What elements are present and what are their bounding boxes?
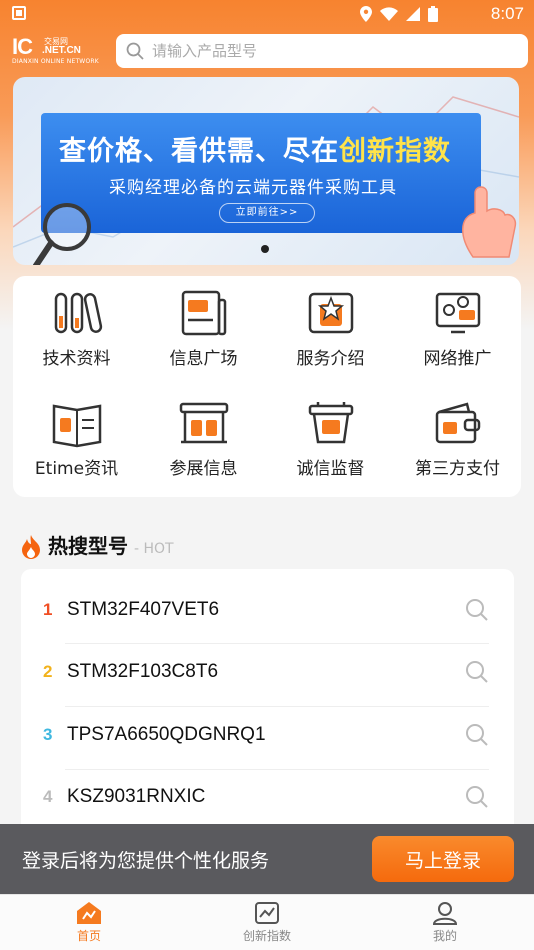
hot-search-row[interactable]: 3 TPS7A6650QDGNRQ1 [43, 704, 489, 766]
magnifier-icon [33, 203, 91, 265]
grid-item-label: 网络推广 [423, 349, 492, 369]
rank-number: 3 [43, 725, 53, 744]
grid-item-label: Etime资讯 [34, 459, 119, 479]
user-icon [432, 902, 458, 925]
tab-profile[interactable]: 我的 [385, 899, 505, 944]
fire-icon [22, 535, 40, 559]
grid-item-network-promo[interactable]: 网络推广 [394, 276, 521, 376]
grid-item-label: 信息广场 [169, 349, 238, 369]
grid-item-label: 参展信息 [169, 459, 238, 479]
etime-news-icon [52, 404, 101, 448]
login-prompt-bar: 登录后将为您提供个性化服务 马上登录 [0, 824, 534, 894]
banner-subtitle: 采购经理必备的云端元器件采购工具 [109, 178, 397, 198]
hot-search-title: 热搜型号 [48, 534, 128, 558]
rank-number: 1 [43, 600, 53, 619]
hot-search-list: 1 STM32F407VET6 2 STM32F103C8T6 3 TPS7A6… [21, 569, 514, 839]
tab-label: 我的 [432, 929, 457, 943]
payment-icon [435, 402, 480, 444]
battery-icon [428, 6, 438, 22]
tab-innovation-index[interactable]: 创新指数 [207, 899, 327, 944]
promo-banner[interactable]: 查价格、看供需、尽在创新指数 采购经理必备的云端元器件采购工具 立即前往>> [13, 77, 519, 265]
grid-item-integrity[interactable]: 诚信监督 [267, 386, 394, 486]
login-prompt-text: 登录后将为您提供个性化服务 [22, 849, 270, 872]
model-text: KSZ9031RNXIC [67, 786, 206, 807]
search-input[interactable] [152, 42, 512, 60]
banner-cta-button[interactable]: 立即前往>> [219, 203, 315, 223]
signal-icon [406, 7, 420, 21]
login-button[interactable]: 马上登录 [372, 836, 514, 882]
model-text: STM32F103C8T6 [67, 661, 219, 682]
model-text: TPS7A6650QDGNRQ1 [67, 724, 266, 745]
status-bar: 8:07 [0, 0, 534, 30]
search-icon[interactable] [465, 723, 489, 747]
hot-search-row[interactable]: 2 STM32F103C8T6 [43, 641, 489, 703]
function-grid: 技术资料 信息广场 服务介绍 网络推广 Etime资讯 参展信息 诚信监督 第三… [13, 276, 521, 497]
banner-title: 查价格、看供需、尽在创新指数 [59, 136, 451, 167]
grid-item-label: 技术资料 [42, 349, 111, 369]
service-intro-icon [308, 292, 353, 334]
grid-item-payment[interactable]: 第三方支付 [394, 386, 521, 486]
grid-item-label: 服务介绍 [296, 349, 365, 369]
notification-icon [12, 6, 26, 20]
search-icon[interactable] [465, 785, 489, 809]
tab-label: 首页 [76, 929, 101, 943]
rank-number: 4 [43, 787, 53, 806]
logo-domain-text: .NET.CN [42, 45, 81, 56]
tech-docs-icon [54, 292, 102, 334]
hot-search-row[interactable]: 4 KSZ9031RNXIC [43, 766, 489, 828]
hand-pointer-icon [462, 186, 517, 258]
grid-item-tech-docs[interactable]: 技术资料 [13, 276, 140, 376]
network-promo-icon [435, 292, 480, 334]
tab-label: 创新指数 [242, 929, 291, 943]
carousel-indicator [261, 245, 269, 253]
grid-item-service-intro[interactable]: 服务介绍 [267, 276, 394, 376]
search-icon[interactable] [465, 660, 489, 684]
tab-home[interactable]: 首页 [29, 899, 149, 944]
grid-item-label: 第三方支付 [415, 459, 500, 479]
status-time: 8:07 [490, 4, 524, 23]
grid-item-label: 诚信监督 [296, 459, 365, 479]
home-icon [77, 902, 101, 924]
model-text: STM32F407VET6 [67, 599, 220, 620]
wifi-icon [380, 7, 398, 21]
bottom-tab-bar: 首页 创新指数 我的 [0, 894, 534, 950]
location-icon [360, 6, 372, 22]
hot-search-row[interactable]: 1 STM32F407VET6 [43, 579, 489, 641]
info-square-icon [181, 290, 226, 336]
grid-item-info-square[interactable]: 信息广场 [140, 276, 267, 376]
search-icon [126, 42, 144, 60]
hot-search-header: 热搜型号 - HOT [20, 530, 174, 559]
exhibition-icon [179, 402, 228, 444]
search-icon[interactable] [465, 598, 489, 622]
search-bar[interactable] [116, 34, 528, 68]
logo-sub-text: DIANXIN ONLINE NETWORK [12, 58, 99, 65]
integrity-icon [308, 402, 353, 444]
grid-item-exhibition[interactable]: 参展信息 [140, 386, 267, 486]
rank-number: 2 [43, 662, 53, 681]
app-logo[interactable]: IC 交易网 .NET.CN DIANXIN ONLINE NETWORK [12, 36, 99, 66]
hot-search-subtitle: - HOT [134, 541, 174, 557]
grid-item-etime-news[interactable]: Etime资讯 [13, 386, 140, 486]
chart-icon [255, 902, 279, 924]
